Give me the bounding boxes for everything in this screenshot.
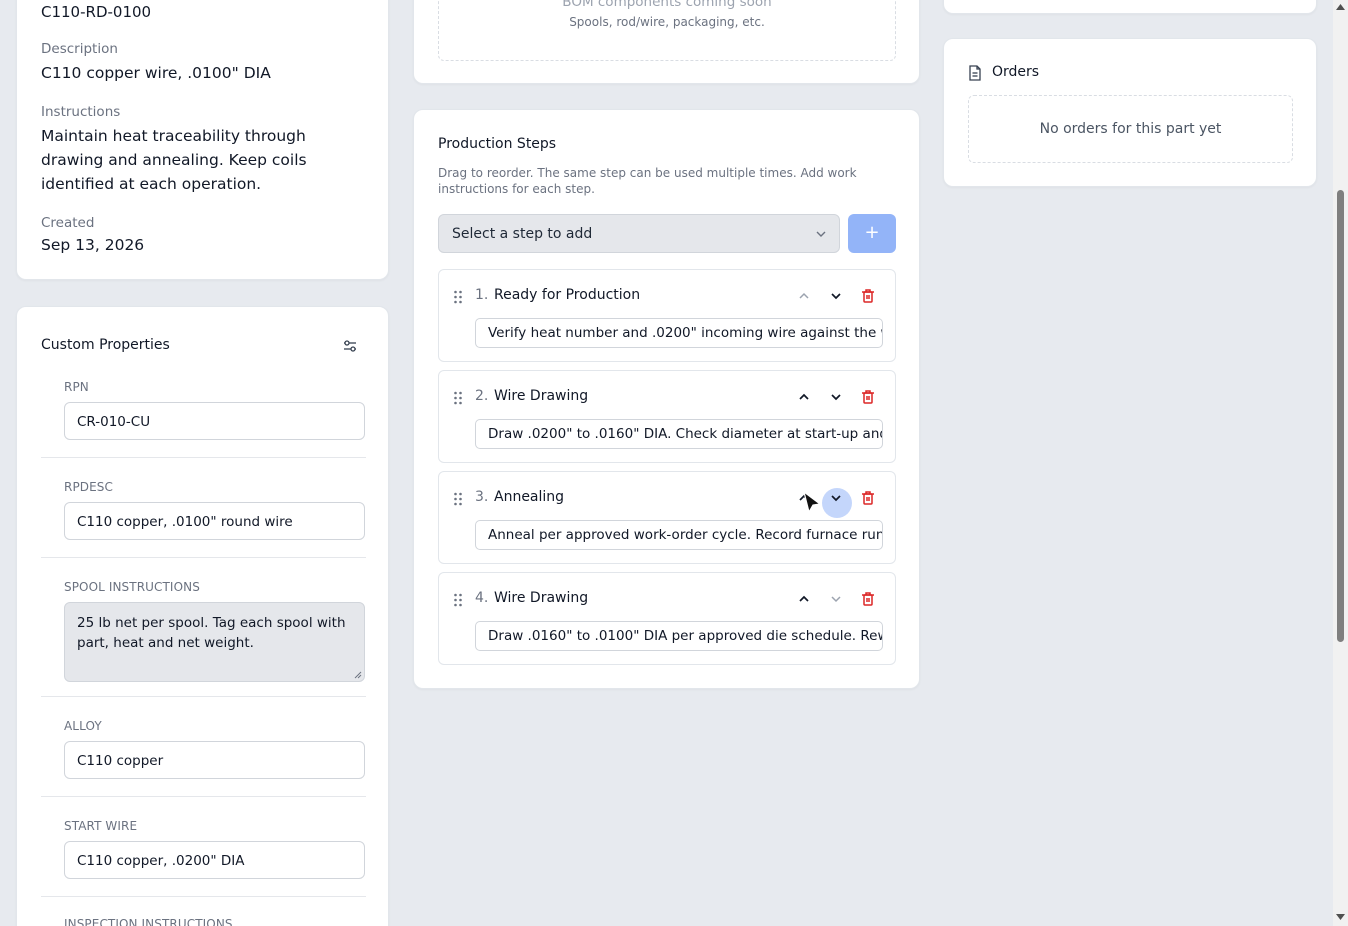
scroll-up-arrow-icon[interactable] <box>1336 4 1345 10</box>
property-input-alloy[interactable]: C110 copper <box>64 741 365 779</box>
step-name: Annealing <box>494 489 565 505</box>
step-card[interactable]: 2. Wire Drawing Draw .0200" to .0160" DI… <box>438 370 896 463</box>
part-details-card: C110-RD-0100 Description C110 copper wir… <box>16 0 389 280</box>
document-icon <box>969 65 981 81</box>
custom-properties-card: Custom Properties RPN CR-010-CU RPDESC C… <box>16 306 389 926</box>
property-divider <box>41 557 366 558</box>
description-value: C110 copper wire, .0100" DIA <box>41 64 271 82</box>
step-name: Ready for Production <box>494 287 641 303</box>
created-label: Created <box>41 215 95 231</box>
chevron-down-icon[interactable] <box>827 287 845 305</box>
property-label-spool-instructions: SPOOL INSTRUCTIONS <box>64 580 200 594</box>
step-instruction-input[interactable]: Draw .0200" to .0160" DIA. Check diamete… <box>475 419 883 449</box>
property-divider <box>41 796 366 797</box>
drag-handle-icon[interactable] <box>453 593 463 607</box>
property-input-rpdesc[interactable]: C110 copper, .0100" round wire <box>64 502 365 540</box>
property-label-inspection-instructions: INSPECTION INSTRUCTIONS <box>64 917 233 926</box>
property-divider <box>41 896 366 897</box>
orders-title: Orders <box>992 64 1040 80</box>
step-number: 1. <box>475 287 489 303</box>
step-number: 3. <box>475 489 489 505</box>
step-card[interactable]: 4. Wire Drawing Draw .0160" to .0100" DI… <box>438 572 896 665</box>
property-textarea-spool-instructions[interactable]: 25 lb net per spool. Tag each spool with… <box>64 602 365 682</box>
property-divider <box>41 696 366 697</box>
drag-handle-icon[interactable] <box>453 290 463 304</box>
property-label-alloy: ALLOY <box>64 719 102 733</box>
trash-icon[interactable] <box>859 489 877 507</box>
instructions-line: drawing and annealing. Keep coils <box>41 151 307 169</box>
chevron-down-icon[interactable] <box>827 590 845 608</box>
drag-handle-icon[interactable] <box>453 391 463 405</box>
step-name: Wire Drawing <box>494 590 589 606</box>
bom-title: BOM components coming soon <box>562 0 772 10</box>
scroll-down-arrow-icon[interactable] <box>1336 914 1345 920</box>
production-steps-card: Production Steps Drag to reorder. The sa… <box>413 109 920 689</box>
textarea-line: 25 lb net per spool. Tag each spool with <box>77 615 346 631</box>
instructions-label: Instructions <box>41 104 121 120</box>
bom-subtitle: Spools, rod/wire, packaging, etc. <box>569 15 765 29</box>
trash-icon[interactable] <box>859 287 877 305</box>
step-instruction-input[interactable]: Anneal per approved work-order cycle. Re… <box>475 520 883 550</box>
chevron-down-icon[interactable] <box>827 489 845 507</box>
property-divider <box>41 457 366 458</box>
property-input-start-wire[interactable]: C110 copper, .0200" DIA <box>64 841 365 879</box>
description-label: Description <box>41 41 118 57</box>
instructions-line: identified at each operation. <box>41 175 262 193</box>
property-label-rpdesc: RPDESC <box>64 480 113 494</box>
instructions-line: Maintain heat traceability through <box>41 127 306 145</box>
bom-placeholder: BOM components coming soon Spools, rod/w… <box>438 0 896 61</box>
mouse-pointer-icon <box>803 491 822 513</box>
custom-properties-title: Custom Properties <box>41 337 170 353</box>
chevron-down-icon[interactable] <box>827 388 845 406</box>
drag-handle-icon[interactable] <box>453 492 463 506</box>
step-name: Wire Drawing <box>494 388 589 404</box>
instructions-value: Maintain heat traceability through drawi… <box>41 124 307 196</box>
step-card[interactable]: 1. Ready for Production Verify heat numb… <box>438 269 896 362</box>
orders-card: Orders No orders for this part yet <box>943 38 1317 187</box>
property-input-rpn[interactable]: CR-010-CU <box>64 402 365 440</box>
bom-card: BOM components coming soon Spools, rod/w… <box>413 0 920 84</box>
step-number: 2. <box>475 388 489 404</box>
property-label-start-wire: START WIRE <box>64 819 138 833</box>
step-select-placeholder: Select a step to add <box>452 226 593 242</box>
part-number: C110-RD-0100 <box>41 3 152 21</box>
sliders-icon[interactable] <box>343 338 357 352</box>
trash-icon[interactable] <box>859 590 877 608</box>
step-instruction-input[interactable]: Verify heat number and .0200" incoming w… <box>475 318 883 348</box>
step-card[interactable]: 3. Annealing Anneal per approved work-or… <box>438 471 896 564</box>
step-select[interactable]: Select a step to add <box>438 214 840 253</box>
trash-icon[interactable] <box>859 388 877 406</box>
textarea-line: part, heat and net weight. <box>77 635 254 651</box>
property-label-rpn: RPN <box>64 380 89 394</box>
resize-grip-icon[interactable] <box>354 671 362 679</box>
add-step-button[interactable]: + <box>848 214 896 253</box>
production-steps-title: Production Steps <box>438 136 557 152</box>
chevron-up-icon[interactable] <box>795 287 813 305</box>
chevron-up-icon[interactable] <box>795 590 813 608</box>
step-instruction-input[interactable]: Draw .0160" to .0100" DIA per approved d… <box>475 621 883 651</box>
chevron-up-icon[interactable] <box>795 388 813 406</box>
step-number: 4. <box>475 590 489 606</box>
chevron-down-icon <box>816 231 826 237</box>
scrollbar-thumb[interactable] <box>1337 190 1344 642</box>
production-steps-help: Drag to reorder. The same step can be us… <box>438 166 857 196</box>
right-top-card <box>943 0 1317 14</box>
created-value: Sep 13, 2026 <box>41 236 145 254</box>
orders-empty-state: No orders for this part yet <box>968 95 1293 163</box>
